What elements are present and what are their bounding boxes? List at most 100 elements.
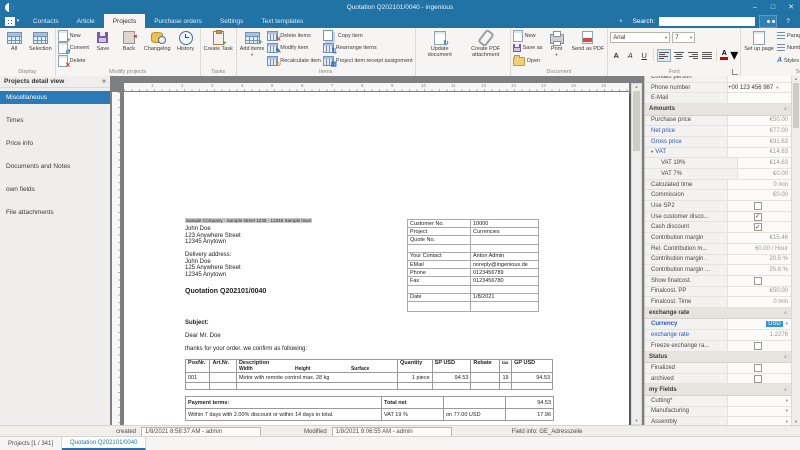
scrollbar-thumb[interactable]: [633, 91, 640, 151]
panel-section-exchange-rate[interactable]: exchange rate: [645, 308, 791, 320]
checkbox-cash-discount[interactable]: [754, 223, 762, 231]
ribbon-button-create-task[interactable]: Create Task: [203, 29, 234, 68]
bold-button[interactable]: A: [610, 50, 622, 61]
bottom-tab-quotation-q202101-0040[interactable]: Quotation Q202101/0040: [62, 437, 146, 450]
ribbon-button-add-items[interactable]: Add items▾: [239, 29, 265, 68]
close-button[interactable]: ✕: [782, 0, 800, 14]
align-justify-button[interactable]: [701, 50, 713, 61]
italic-button[interactable]: A: [624, 50, 636, 61]
panel-value-currency[interactable]: USD▾: [727, 319, 791, 329]
ribbon-button-modify-item[interactable]: Modify item: [267, 43, 321, 54]
help-button[interactable]: ?: [781, 18, 795, 25]
ribbon-button-send-as-pdf[interactable]: Send as PDF: [571, 29, 606, 68]
panel-value-use-sp2[interactable]: [727, 201, 791, 211]
checkbox-use-customer-disco[interactable]: [754, 213, 762, 221]
panel-value-manufacturing[interactable]: ▾: [727, 407, 791, 417]
panel-value-show-finalcost[interactable]: [727, 276, 791, 286]
panel-value-vat-7[interactable]: €0.00: [737, 169, 791, 179]
sidebar-item-price-info[interactable]: Price info: [0, 137, 110, 150]
checkbox-show-finalcost[interactable]: [754, 277, 762, 285]
sidebar-collapse-button[interactable]: «: [102, 78, 106, 85]
scroll-up-icon[interactable]: ▲: [635, 84, 639, 90]
tab-text-templates[interactable]: Text templates: [252, 14, 312, 28]
panel-value-exchange-rate[interactable]: 1.2276: [727, 330, 791, 340]
scrollbar-thumb[interactable]: [793, 83, 799, 128]
font-dialog-launcher[interactable]: [732, 69, 738, 75]
panel-value-contribution-margin[interactable]: 20.5 %: [727, 255, 791, 265]
ribbon-button-all[interactable]: All: [2, 29, 26, 68]
checkbox-finalized[interactable]: [754, 364, 762, 372]
checkbox-freeze-exchange-ra[interactable]: [754, 342, 762, 350]
ribbon-button-print[interactable]: Print▾: [545, 29, 569, 68]
ribbon-button-save[interactable]: Save: [91, 29, 115, 68]
panel-value-archived[interactable]: [727, 374, 791, 384]
document-page[interactable]: Sample Company - Sample street 1245 - 12…: [124, 92, 629, 425]
ribbon-button-numbering[interactable]: Numbering: [777, 43, 800, 54]
ribbon-button-new[interactable]: New: [58, 31, 89, 42]
file-menu-button[interactable]: ▾: [0, 14, 24, 28]
panel-value-commission[interactable]: €0.00: [727, 190, 791, 200]
checkbox-archived[interactable]: [754, 375, 762, 383]
sidebar-item-own-fields[interactable]: own fields: [0, 183, 110, 196]
document-vertical-scrollbar[interactable]: ▲ ▼: [631, 83, 642, 425]
ribbon-button-back[interactable]: Back: [117, 29, 141, 68]
ribbon-button-open[interactable]: Open: [513, 55, 543, 66]
underline-button[interactable]: U: [638, 50, 650, 61]
panel-value-purchase-price[interactable]: €50.00: [727, 116, 791, 126]
sidebar-item-times[interactable]: Times: [0, 114, 110, 127]
maximize-button[interactable]: □: [764, 0, 782, 14]
ribbon-button-selection[interactable]: Selection: [28, 29, 53, 68]
panel-value-rel-contribution-m[interactable]: 60.00 / Hour: [727, 244, 791, 254]
panel-value-cash-discount[interactable]: [727, 222, 791, 232]
bottom-tab-projects-1-341[interactable]: Projects [1 / 341]: [0, 437, 62, 450]
panel-value-contact-person[interactable]: [727, 76, 791, 82]
font-family-select[interactable]: Arial▾: [610, 32, 670, 43]
panel-value-contribution-margin[interactable]: €15.46: [727, 233, 791, 243]
panel-value-finalized[interactable]: [727, 363, 791, 373]
sidebar-item-file-attachments[interactable]: File attachments: [0, 206, 110, 219]
ribbon-button-styles[interactable]: A Styles: [777, 55, 800, 66]
panel-value-assembly[interactable]: ▾: [727, 417, 791, 425]
tab-article[interactable]: Article: [68, 14, 104, 28]
ribbon-button-delete[interactable]: Delete: [58, 55, 89, 66]
ribbon-button-recalculate-item[interactable]: Recalculate item: [267, 55, 321, 66]
panel-value-calculated-time[interactable]: 0 min: [727, 180, 791, 190]
panel-section-amounts[interactable]: Amounts: [645, 104, 791, 116]
panel-value-finalcost-time[interactable]: 0 min: [727, 297, 791, 307]
ribbon-button-project-item-receipt-assignment[interactable]: Project item receipt assignment: [323, 55, 413, 66]
align-left-button[interactable]: [657, 49, 671, 62]
panel-value-use-customer-disco[interactable]: [727, 212, 791, 222]
ribbon-button-update-document[interactable]: Update document: [418, 29, 462, 68]
panel-section-my-fields[interactable]: my Fields: [645, 384, 791, 396]
collapse-icon[interactable]: ▾: [651, 149, 653, 155]
panel-section-status[interactable]: Status: [645, 352, 791, 364]
ribbon-button-new[interactable]: New: [513, 31, 543, 42]
panel-vertical-scrollbar[interactable]: ▲ ▼: [791, 76, 800, 425]
tab-purchase-orders[interactable]: Purchase orders: [145, 14, 211, 28]
panel-value-vat-19[interactable]: €14.63: [737, 158, 791, 168]
panel-value-net-price[interactable]: €77.00: [727, 126, 791, 136]
scroll-down-icon[interactable]: ▼: [635, 418, 639, 424]
ribbon-button-convert[interactable]: Convert: [58, 43, 89, 54]
panel-value-gross-price[interactable]: €91.63: [727, 137, 791, 147]
panel-value-cutting[interactable]: ▾: [727, 396, 791, 406]
ribbon-button-set-up-page[interactable]: Set up page: [743, 29, 775, 68]
sidebar-item-documents-and-notes[interactable]: Documents and Notes: [0, 160, 110, 173]
font-color-button[interactable]: A: [720, 51, 728, 60]
collapse-ribbon-button[interactable]: ∧: [619, 18, 623, 24]
tab-contacts[interactable]: Contacts: [24, 14, 68, 28]
ribbon-button-changelog[interactable]: Changelog: [143, 29, 172, 68]
ribbon-button-delete-items[interactable]: Delete items: [267, 31, 321, 42]
checkbox-use-sp2[interactable]: [754, 202, 762, 210]
ribbon-button-create-pdf-attachment[interactable]: Create PDF attachment: [464, 29, 508, 68]
tab-projects[interactable]: Projects: [104, 14, 145, 28]
sidebar-item-miscellaneous[interactable]: Miscellaneous: [0, 91, 110, 104]
ribbon-button-rearrange-items[interactable]: Rearrange items: [323, 43, 413, 54]
panel-value-vat[interactable]: €14.63: [727, 148, 791, 158]
minimize-button[interactable]: –: [746, 0, 764, 14]
panel-value-freeze-exchange-ra[interactable]: [727, 341, 791, 351]
scroll-up-icon[interactable]: ▲: [794, 76, 798, 82]
panel-value-finalcost-pp[interactable]: €50.00: [727, 287, 791, 297]
tab-settings[interactable]: Settings: [211, 14, 253, 28]
align-center-button[interactable]: [673, 50, 685, 61]
